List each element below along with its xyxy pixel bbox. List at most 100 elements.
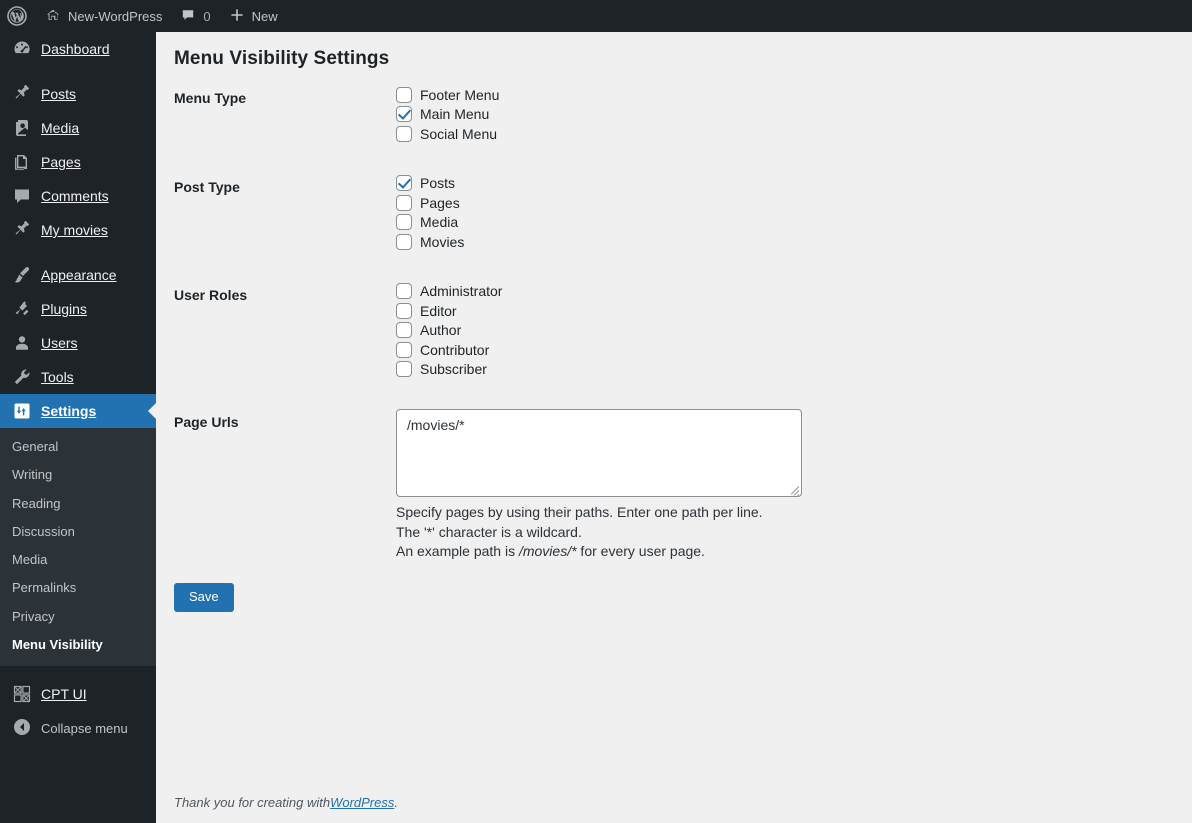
- checkbox-administrator[interactable]: [396, 283, 412, 300]
- checkbox-label: Media: [420, 214, 459, 231]
- sidebar-item-posts[interactable]: Posts: [0, 77, 156, 111]
- comments-button[interactable]: 0: [171, 0, 219, 32]
- paintbrush-icon: [12, 265, 32, 285]
- wordpress-logo-icon: W: [7, 6, 27, 26]
- admin-sidebar: Dashboard Posts Media Pages Comments My movie…: [0, 32, 156, 823]
- content-area: Menu Visibility Settings Menu Type Footer…: [156, 32, 1192, 823]
- sidebar-item-label: Settings: [41, 403, 97, 419]
- sidebar-item-users[interactable]: Users: [0, 326, 156, 360]
- checkbox-row-contributor[interactable]: Contributor: [396, 340, 1182, 360]
- hint-line-2: The '*' character is a wildcard.: [396, 523, 582, 540]
- page-urls-hint: Specify pages by using their paths. Ente…: [396, 503, 916, 562]
- sidebar-item-cpt-ui[interactable]: CPT UI: [0, 677, 156, 711]
- save-button[interactable]: Save: [174, 582, 234, 613]
- collapse-menu-button[interactable]: Collapse menu: [0, 711, 156, 745]
- settings-submenu: General Writing Reading Discussion Media Perm…: [0, 428, 156, 666]
- checkbox-row-editor[interactable]: Editor: [396, 301, 1182, 321]
- checkbox-footer-menu[interactable]: [396, 86, 412, 103]
- checkbox-posts[interactable]: [396, 175, 412, 192]
- checkbox-subscriber[interactable]: [396, 361, 412, 378]
- sidebar-item-my-movies[interactable]: My movies: [0, 213, 156, 247]
- sidebar-item-label: My movies: [41, 222, 108, 238]
- footer-suffix: .: [394, 794, 398, 810]
- sidebar-item-plugins[interactable]: Plugins: [0, 292, 156, 326]
- field-label-user-roles: User Roles: [174, 286, 248, 303]
- plug-icon: [12, 299, 32, 319]
- checkbox-editor[interactable]: [396, 302, 412, 319]
- checkbox-row-footer-menu[interactable]: Footer Menu: [396, 85, 1182, 105]
- sidebar-item-tools[interactable]: Tools: [0, 360, 156, 394]
- checkbox-row-pages[interactable]: Pages: [396, 193, 1182, 213]
- sidebar-item-label: Users: [41, 335, 78, 351]
- checkbox-row-social-menu[interactable]: Social Menu: [396, 124, 1182, 144]
- site-name-label: New-WordPress: [68, 8, 163, 24]
- field-page-urls: Specify pages by using their paths. Ente…: [396, 394, 1192, 577]
- checkbox-main-menu[interactable]: [396, 106, 412, 123]
- hint-line-3-suffix: for every user page.: [576, 543, 705, 559]
- settings-table: Menu Type Footer Menu Main Menu Social Menu…: [174, 70, 1192, 577]
- checkbox-label: Main Menu: [420, 106, 490, 123]
- submenu-item-general[interactable]: General: [0, 433, 156, 461]
- checkbox-row-main-menu[interactable]: Main Menu: [396, 105, 1182, 125]
- form-row-post-type: Post Type Posts Pages Media Movies: [174, 159, 1192, 267]
- hint-line-3-example: /movies/*: [518, 543, 577, 559]
- submenu-item-reading[interactable]: Reading: [0, 490, 156, 518]
- sidebar-item-appearance[interactable]: Appearance: [0, 258, 156, 292]
- svg-text:W: W: [12, 12, 22, 23]
- wrench-icon: [12, 367, 32, 387]
- checkbox-row-posts[interactable]: Posts: [396, 174, 1182, 194]
- sidebar-item-label: Dashboard: [41, 41, 110, 57]
- pin-icon: [12, 84, 32, 104]
- checkbox-row-movies[interactable]: Movies: [396, 232, 1182, 252]
- site-name-button[interactable]: New-WordPress: [36, 0, 171, 32]
- sidebar-item-dashboard[interactable]: Dashboard: [0, 32, 156, 66]
- checkbox-contributor[interactable]: [396, 341, 412, 358]
- checkbox-movies[interactable]: [396, 233, 412, 250]
- sidebar-item-label: Tools: [41, 369, 74, 385]
- checkbox-row-administrator[interactable]: Administrator: [396, 282, 1182, 302]
- sidebar-extra-menu: CPT UI: [0, 677, 156, 711]
- field-options-user-roles: Administrator Editor Author Contributor Subs…: [396, 267, 1192, 395]
- field-label-page-urls: Page Urls: [174, 414, 239, 430]
- checkbox-media[interactable]: [396, 214, 412, 231]
- sidebar-item-label: Pages: [41, 154, 81, 170]
- menu-visibility-form: Menu Type Footer Menu Main Menu Social Menu…: [156, 70, 1192, 613]
- checkbox-social-menu[interactable]: [396, 125, 412, 142]
- submenu-item-privacy[interactable]: Privacy: [0, 603, 156, 631]
- wordpress-link[interactable]: WordPress: [330, 795, 394, 810]
- checkbox-pages[interactable]: [396, 194, 412, 211]
- settings-sliders-icon: [12, 401, 32, 421]
- footer-prefix: Thank you for creating with: [174, 794, 331, 810]
- submenu-item-discussion[interactable]: Discussion: [0, 518, 156, 546]
- sidebar-item-media[interactable]: Media: [0, 111, 156, 145]
- sidebar-item-comments[interactable]: Comments: [0, 179, 156, 213]
- submenu-item-writing[interactable]: Writing: [0, 461, 156, 489]
- checkbox-label: Footer Menu: [420, 86, 500, 103]
- submenu-item-media[interactable]: Media: [0, 546, 156, 574]
- footer: Thank you for creating with WordPress.: [174, 781, 398, 823]
- collapse-arrow-icon: [12, 717, 32, 740]
- submenu-item-menu-visibility[interactable]: Menu Visibility: [0, 631, 156, 659]
- page-urls-textarea[interactable]: [396, 409, 802, 497]
- checkbox-label: Subscriber: [420, 361, 487, 378]
- sidebar-item-label: Media: [41, 120, 80, 136]
- new-content-label: New: [251, 8, 278, 24]
- checkbox-row-media[interactable]: Media: [396, 213, 1182, 233]
- sidebar-item-settings[interactable]: Settings: [0, 394, 156, 428]
- checkbox-author[interactable]: [396, 322, 412, 339]
- field-options-post-type: Posts Pages Media Movies: [396, 159, 1192, 267]
- sidebar-item-label: Posts: [41, 86, 77, 102]
- field-label-post-type: Post Type: [174, 178, 240, 195]
- wordpress-logo-button[interactable]: W: [0, 0, 36, 32]
- field-label-menu-type: Menu Type: [174, 90, 247, 106]
- submenu-item-permalinks[interactable]: Permalinks: [0, 574, 156, 602]
- sidebar-item-pages[interactable]: Pages: [0, 145, 156, 179]
- field-options-menu-type: Footer Menu Main Menu Social Menu: [396, 70, 1192, 159]
- checkbox-label: Movies: [420, 233, 465, 250]
- comment-bubble-icon: [180, 7, 196, 26]
- new-content-button[interactable]: New: [220, 0, 287, 32]
- form-row-page-urls: Page Urls Specify pages by using their pa…: [174, 394, 1192, 577]
- checkbox-label: Author: [420, 322, 462, 339]
- checkbox-row-subscriber[interactable]: Subscriber: [396, 360, 1182, 380]
- checkbox-row-author[interactable]: Author: [396, 321, 1182, 341]
